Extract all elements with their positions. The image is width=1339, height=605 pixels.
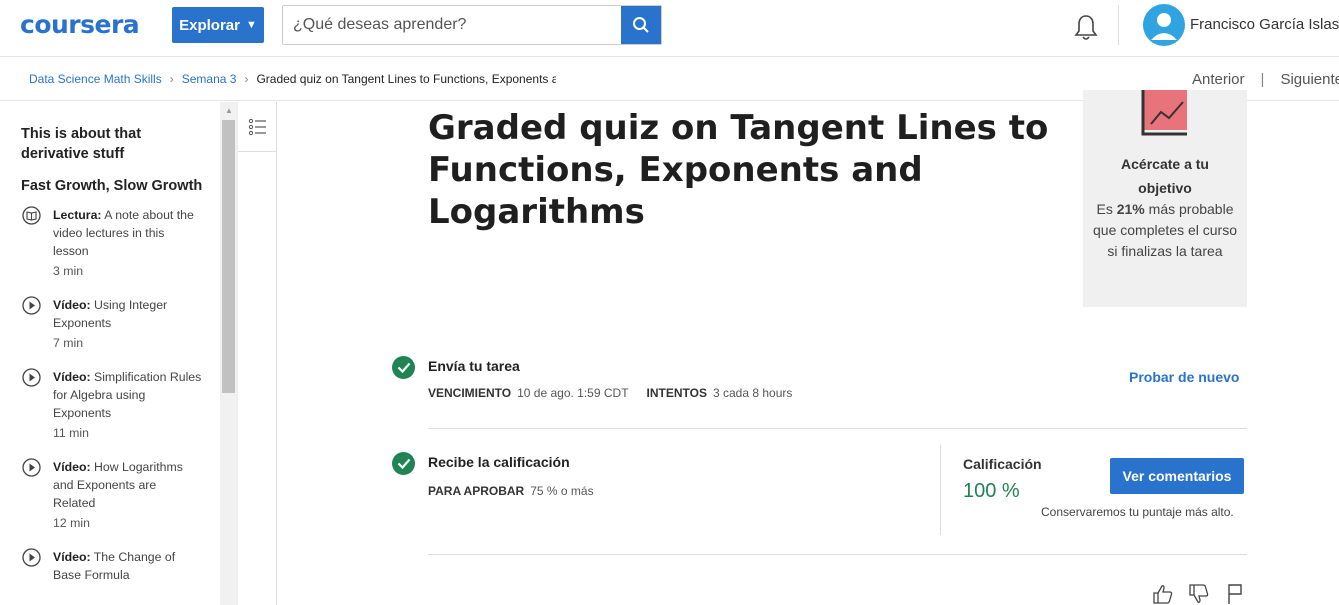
page-title: Graded quiz on Tangent Lines to Function… (428, 108, 1049, 232)
divider (428, 428, 1247, 429)
scroll-up-icon[interactable]: ▲ (225, 106, 233, 115)
breadcrumb-week[interactable]: Semana 3 (182, 72, 237, 86)
goal-card: Acércate a tu objetivo Es 21% más probab… (1083, 90, 1247, 307)
user-name: Francisco García Islas (1190, 16, 1339, 33)
thumbs-up-icon[interactable] (1152, 583, 1174, 605)
search-button[interactable] (621, 6, 661, 44)
outline-panel (237, 102, 277, 605)
sidebar-item-video[interactable]: Vídeo: Using Integer Exponents 7 min (0, 296, 222, 352)
header-divider (1118, 5, 1119, 45)
check-icon (392, 452, 415, 475)
chart-trend-icon (1141, 90, 1187, 136)
sidebar-section-title[interactable]: This is about that derivative stuff (0, 124, 222, 164)
explore-label: Explorar (179, 16, 240, 34)
sidebar-item-video[interactable]: Vídeo: How Logarithms and Exponents are … (0, 458, 222, 532)
play-icon (22, 368, 41, 387)
sidebar-item-video[interactable]: Vídeo: Simplification Rules for Algebra … (0, 368, 222, 442)
sidebar-item-video[interactable]: Vídeo: The Change of Base Formula (0, 548, 222, 584)
play-icon (22, 458, 41, 477)
item-navigation: Anterior | Siguiente (1192, 71, 1339, 88)
sidebar-item-reading[interactable]: Lectura: A note about the video lectures… (0, 206, 222, 280)
attempts-value: 3 cada 8 hours (712, 386, 793, 400)
scrollbar-thumb[interactable] (222, 120, 235, 393)
goal-title: Acércate a tu objetivo (1121, 156, 1209, 196)
pass-meta: PARA APROBAR 75 % o más (428, 484, 594, 498)
goal-text-pre: Es (1096, 201, 1117, 217)
list-icon (248, 118, 266, 135)
grade-step: Recibe la calificación PARA APROBAR 75 % … (392, 452, 594, 498)
due-label: VENCIMIENTO (428, 386, 512, 400)
submit-meta: VENCIMIENTO 10 de ago. 1:59 CDT INTENTOS 3 … (428, 386, 792, 400)
play-icon (22, 296, 41, 315)
due-value: 10 de ago. 1:59 CDT (517, 386, 629, 400)
vertical-divider (940, 445, 941, 535)
outline-toggle-button[interactable] (238, 102, 277, 152)
goal-text: Es 21% más probable que completes el cur… (1093, 199, 1237, 262)
notifications-bell-icon[interactable] (1072, 12, 1100, 42)
retry-link[interactable]: Probar de nuevo (1129, 369, 1239, 385)
feedback-icons (1152, 583, 1246, 605)
item-type: Vídeo: (53, 460, 91, 474)
sidebar-scrollbar[interactable]: ▲ (220, 102, 237, 605)
view-feedback-button[interactable]: Ver comentarios (1110, 458, 1244, 494)
chevron-right-icon: › (169, 72, 174, 86)
play-icon (22, 548, 41, 567)
item-type: Lectura: (53, 208, 102, 222)
search-input[interactable] (283, 6, 621, 44)
coursera-logo[interactable]: coursera (20, 10, 140, 39)
breadcrumb: Data Science Math Skills › Semana 3 › Gr… (29, 72, 556, 86)
attempts-label: INTENTOS (646, 386, 707, 400)
course-sidebar: This is about that derivative stuff Fast… (0, 102, 222, 605)
book-icon (22, 206, 41, 225)
sidebar-section-title[interactable]: Fast Growth, Slow Growth (0, 176, 222, 196)
breadcrumb-current: Graded quiz on Tangent Lines to Function… (256, 72, 557, 86)
top-header: coursera Explorar ▼ Francisco García Isl… (0, 0, 1339, 57)
item-type: Vídeo: (53, 298, 91, 312)
item-duration: 3 min (53, 264, 84, 278)
avatar[interactable] (1143, 4, 1185, 46)
grade-step-title: Recibe la calificación (428, 454, 570, 470)
nav-divider: | (1260, 71, 1265, 88)
breadcrumb-course[interactable]: Data Science Math Skills (29, 72, 162, 86)
item-duration: 7 min (53, 336, 84, 350)
grade-label: Calificación (963, 456, 1042, 472)
goal-percent: 21% (1116, 201, 1145, 217)
item-duration: 11 min (53, 426, 89, 440)
divider (428, 554, 1247, 555)
search-icon (633, 17, 649, 33)
pass-label: PARA APROBAR (428, 484, 525, 498)
item-type: Vídeo: (53, 550, 91, 564)
keep-highest-note: Conservaremos tu puntaje más alto. (1041, 505, 1234, 519)
user-icon (1151, 13, 1177, 40)
item-duration: 12 min (53, 516, 90, 530)
previous-button[interactable]: Anterior (1192, 71, 1245, 88)
next-button[interactable]: Siguiente (1280, 71, 1339, 88)
explore-button[interactable]: Explorar ▼ (172, 7, 264, 43)
search-bar (282, 5, 662, 45)
submit-step: Envía tu tarea VENCIMIENTO 10 de ago. 1:5… (392, 356, 792, 400)
submit-step-title: Envía tu tarea (428, 358, 520, 374)
chevron-down-icon: ▼ (245, 19, 257, 31)
flag-icon[interactable] (1224, 583, 1246, 605)
item-type: Vídeo: (53, 370, 91, 384)
chevron-right-icon: › (244, 72, 249, 86)
grade-value: 100 % (963, 480, 1020, 502)
user-menu[interactable]: Francisco García Islas▼ (1190, 16, 1339, 33)
check-icon (392, 356, 415, 379)
thumbs-down-icon[interactable] (1188, 583, 1210, 605)
pass-value: 75 % o más (530, 484, 594, 498)
